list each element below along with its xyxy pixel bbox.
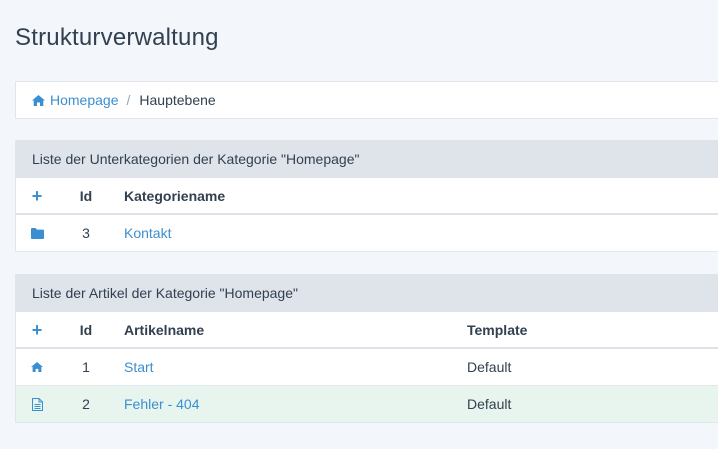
page-title: Strukturverwaltung — [15, 24, 219, 51]
breadcrumb-separator: / — [126, 92, 131, 108]
article-id: 1 — [82, 359, 90, 375]
categories-table-header: + Id Kategoriename — [16, 178, 718, 215]
add-category-button[interactable]: + — [30, 187, 44, 205]
article-name-link[interactable]: Fehler - 404 — [124, 396, 199, 412]
article-name-link[interactable]: Start — [124, 359, 154, 375]
article-template: Default — [467, 396, 512, 412]
column-header-article-name: Artikelname — [124, 321, 205, 338]
column-header-template: Template — [467, 321, 528, 338]
articles-panel: Liste der Artikel der Kategorie "Homepag… — [15, 274, 718, 423]
article-row: 2 Fehler - 404 Default — [16, 386, 718, 423]
breadcrumb-home-link[interactable]: Homepage — [32, 92, 119, 108]
breadcrumb: Homepage / Hauptebene — [15, 81, 718, 119]
add-article-button[interactable]: + — [30, 321, 44, 339]
article-id: 2 — [82, 396, 90, 412]
document-icon[interactable] — [30, 397, 44, 411]
category-id: 3 — [82, 225, 90, 241]
articles-panel-heading: Liste der Artikel der Kategorie "Homepag… — [16, 274, 718, 312]
column-header-id: Id — [79, 321, 93, 338]
breadcrumb-home-label: Homepage — [50, 92, 119, 108]
article-row: 1 Start Default — [16, 349, 718, 386]
categories-panel-heading: Liste der Unterkategorien der Kategorie … — [16, 140, 718, 178]
category-row: 3 Kontakt — [16, 215, 718, 252]
folder-icon[interactable] — [30, 227, 44, 239]
categories-panel: Liste der Unterkategorien der Kategorie … — [15, 140, 718, 252]
breadcrumb-current: Hauptebene — [139, 92, 216, 108]
column-header-id: Id — [79, 187, 93, 204]
home-icon — [32, 94, 45, 106]
article-template: Default — [467, 359, 512, 375]
home-icon[interactable] — [30, 362, 44, 372]
column-header-category-name: Kategoriename — [124, 187, 226, 204]
category-name-link[interactable]: Kontakt — [124, 225, 171, 241]
articles-table-header: + Id Artikelname Template — [16, 312, 718, 349]
